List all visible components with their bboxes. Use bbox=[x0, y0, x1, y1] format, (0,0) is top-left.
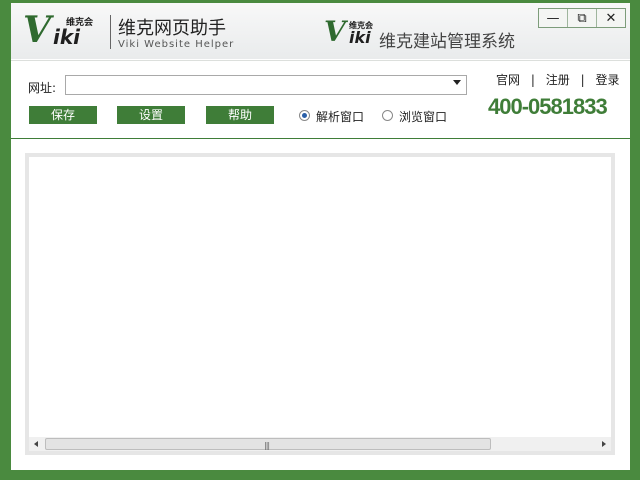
window-frame: V iki 维克会 维克网页助手 Viki Website Helper V i… bbox=[0, 0, 640, 480]
brand2-logo-v: V bbox=[324, 15, 346, 48]
minimize-icon: — bbox=[546, 10, 560, 26]
scroll-left-icon[interactable] bbox=[34, 441, 38, 447]
radio-parse-label[interactable]: 解析窗口 bbox=[316, 108, 364, 125]
chevron-down-icon[interactable] bbox=[453, 80, 461, 85]
link-separator: | bbox=[580, 73, 585, 87]
login-link[interactable]: 登录 bbox=[595, 73, 619, 87]
close-icon: ✕ bbox=[605, 10, 617, 26]
close-button[interactable]: ✕ bbox=[597, 9, 625, 27]
horizontal-scrollbar[interactable]: ||| bbox=[29, 437, 611, 451]
official-site-link[interactable]: 官网 bbox=[496, 73, 520, 87]
radio-browse-label[interactable]: 浏览窗口 bbox=[399, 108, 447, 125]
scroll-thumb[interactable]: ||| bbox=[45, 438, 491, 450]
app-window: V iki 维克会 维克网页助手 Viki Website Helper V i… bbox=[11, 3, 630, 470]
window-controls: — ⧉ ✕ bbox=[538, 8, 626, 28]
phone-number: 400-0581833 bbox=[488, 94, 608, 119]
app-subtitle: Viki Website Helper bbox=[118, 39, 235, 50]
logo-v: V bbox=[23, 9, 51, 51]
grip-icon: ||| bbox=[264, 441, 270, 450]
app-title: 维克网页助手 bbox=[118, 18, 226, 39]
radio-browse-window[interactable] bbox=[382, 110, 393, 121]
title-bar[interactable]: V iki 维克会 维克网页助手 Viki Website Helper V i… bbox=[11, 3, 630, 59]
logo-iki: iki bbox=[53, 25, 81, 49]
save-button[interactable]: 保存 bbox=[29, 106, 97, 124]
register-link[interactable]: 注册 bbox=[546, 73, 570, 87]
content-area: ||| bbox=[25, 153, 615, 455]
top-links: 官网 | 注册 | 登录 bbox=[494, 71, 621, 88]
radio-parse-window[interactable] bbox=[299, 110, 310, 121]
toolbar: 网址: 保存 设置 帮助 解析窗口 浏览窗口 官网 | 注册 | 登录 400-… bbox=[11, 60, 630, 139]
brand2-text: 维克建站管理系统 bbox=[379, 32, 515, 52]
scroll-right-icon[interactable] bbox=[602, 441, 606, 447]
minimize-button[interactable]: — bbox=[539, 9, 568, 27]
restore-icon: ⧉ bbox=[577, 10, 587, 26]
title-separator bbox=[110, 15, 111, 49]
url-label: 网址: bbox=[28, 81, 57, 95]
content-divider bbox=[11, 138, 630, 139]
link-separator: | bbox=[530, 73, 535, 87]
settings-button[interactable]: 设置 bbox=[117, 106, 185, 124]
url-input[interactable] bbox=[65, 75, 467, 95]
restore-button[interactable]: ⧉ bbox=[568, 9, 597, 27]
content-pane[interactable] bbox=[29, 157, 611, 437]
help-button[interactable]: 帮助 bbox=[206, 106, 274, 124]
brand2-logo-small: 维克会 bbox=[349, 21, 373, 30]
logo-small-text: 维克会 bbox=[66, 18, 94, 28]
